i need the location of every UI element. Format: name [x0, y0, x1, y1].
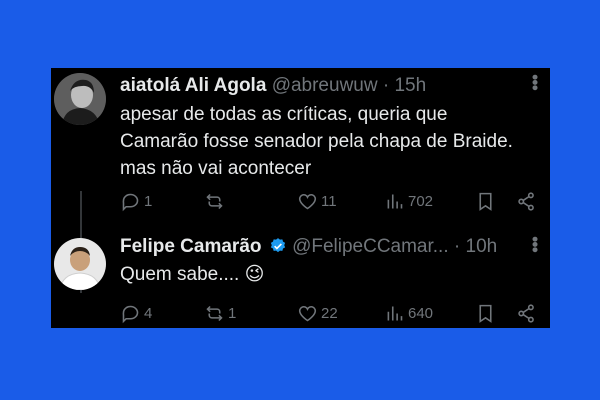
more-icon[interactable]: •••: [525, 236, 545, 252]
avatar-felipe-camarao[interactable]: [54, 238, 106, 290]
bookmark-button[interactable]: [475, 300, 496, 326]
handle[interactable]: @FelipeCCamar...: [292, 236, 449, 257]
tweet-1-text: apesar de todas as críticas, queria que …: [120, 101, 513, 182]
repost-button[interactable]: 1: [204, 300, 236, 326]
display-name[interactable]: Felipe Camarão: [120, 236, 262, 257]
bookmark-icon: [479, 192, 492, 211]
like-button[interactable]: 11: [297, 188, 337, 214]
tweet-thread-card: aiatolá Ali Agola @abreuwuw · 15h ••• ap…: [51, 68, 550, 328]
tweet-text-line: mas não vai acontecer: [120, 158, 312, 179]
handle[interactable]: @abreuwuw: [272, 75, 378, 96]
views-count: 640: [408, 304, 434, 322]
separator: ·: [453, 236, 461, 257]
more-icon[interactable]: •••: [525, 74, 545, 90]
reply-icon: [122, 193, 139, 211]
views-count: 702: [408, 192, 434, 210]
tweet-2-text: Quem sabe.... 😉: [120, 261, 264, 288]
share-icon: [518, 191, 534, 211]
like-icon: [298, 305, 317, 321]
tweet-2-actions: 4 1 22 640: [120, 300, 540, 326]
tweet-2-header: Felipe Camarão @FelipeCCamar... · 10h: [120, 236, 497, 258]
verified-badge-icon: [270, 238, 285, 253]
like-button[interactable]: 22: [297, 300, 338, 326]
tweet-text-line: apesar de todas as críticas, queria que: [120, 104, 448, 125]
share-button[interactable]: [516, 300, 537, 326]
bookmark-icon: [479, 304, 492, 323]
views-icon: [387, 194, 403, 208]
tweet-1-actions: 1 11 702: [120, 188, 540, 214]
views-button[interactable]: 702: [384, 188, 433, 214]
like-count: 11: [321, 192, 337, 210]
separator: ·: [382, 75, 390, 96]
views-icon: [387, 306, 403, 320]
like-count: 22: [321, 304, 338, 322]
like-icon: [298, 193, 317, 209]
timestamp[interactable]: 15h: [394, 75, 426, 96]
timestamp[interactable]: 10h: [466, 236, 498, 257]
display-name[interactable]: aiatolá Ali Agola: [120, 75, 266, 96]
reply-icon: [122, 305, 139, 323]
reply-count: 4: [144, 304, 153, 322]
tweet-text-line: Camarão fosse senador pela chapa de Brai…: [120, 131, 513, 152]
avatar-aiatola[interactable]: [54, 73, 106, 125]
share-button[interactable]: [516, 188, 537, 214]
reply-button[interactable]: 4: [120, 300, 152, 326]
reply-count: 1: [144, 192, 153, 210]
repost-icon: [206, 193, 223, 209]
repost-count: 1: [228, 304, 237, 322]
tweet-text-line: Quem sabe.... 😉: [120, 264, 265, 285]
tweet-1-header: aiatolá Ali Agola @abreuwuw · 15h: [120, 75, 426, 97]
repost-icon: [206, 305, 223, 321]
repost-button[interactable]: [204, 188, 228, 214]
views-button[interactable]: 640: [384, 300, 433, 326]
share-icon: [518, 303, 534, 323]
reply-button[interactable]: 1: [120, 188, 152, 214]
bookmark-button[interactable]: [475, 188, 496, 214]
